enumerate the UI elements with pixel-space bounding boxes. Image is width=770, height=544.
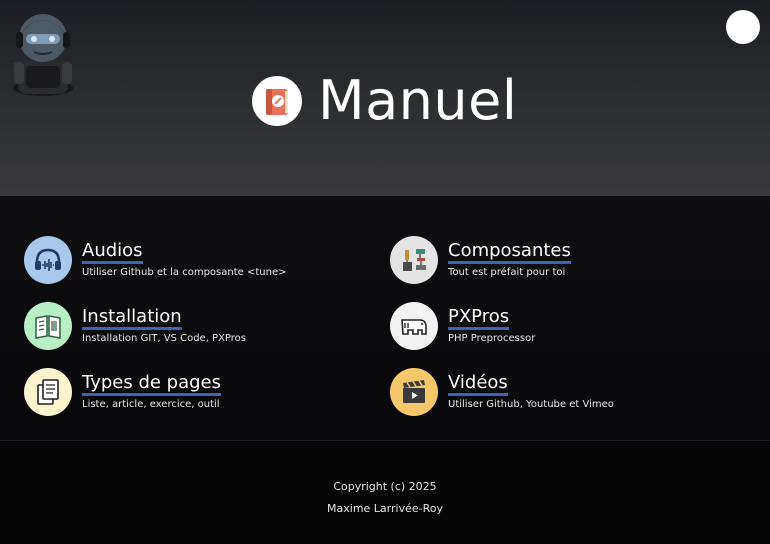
card-videos[interactable]: Vidéos Utiliser Github, Youtube et Vimeo <box>390 368 614 416</box>
card-label[interactable]: Types de pages <box>82 373 221 396</box>
card-label[interactable]: Audios <box>82 241 143 264</box>
manual-book-icon <box>24 302 72 350</box>
author-name: Maxime Larrivée-Roy <box>327 502 443 515</box>
robot-avatar-icon <box>8 8 78 100</box>
card-composantes[interactable]: Composantes Tout est préfait pour toi <box>390 236 571 284</box>
page-header: Manuel <box>0 0 770 196</box>
card-description: Utiliser Github et la composante <tune> <box>82 267 287 278</box>
documents-icon <box>24 368 72 416</box>
headphones-waveform-icon <box>24 236 72 284</box>
card-label[interactable]: Composantes <box>448 241 571 264</box>
page-title-group: Manuel <box>252 70 517 132</box>
php-elephant-icon <box>390 302 438 350</box>
circuit-components-icon <box>390 236 438 284</box>
page-footer: Copyright (c) 2025 Maxime Larrivée-Roy <box>0 441 770 544</box>
manual-sections: Audios Utiliser Github et la composante … <box>0 196 770 440</box>
card-description: Tout est préfait pour toi <box>448 267 566 278</box>
card-description: Liste, article, exercice, outil <box>82 399 220 410</box>
page-title: Manuel <box>318 69 518 132</box>
copyright-text: Copyright (c) 2025 <box>333 480 437 493</box>
card-pxpros[interactable]: PXPros PHP Preprocessor <box>390 302 535 350</box>
card-types-de-pages[interactable]: Types de pages Liste, article, exercice,… <box>24 368 221 416</box>
card-description: Utiliser Github, Youtube et Vimeo <box>448 399 614 410</box>
book-icon <box>252 76 302 126</box>
card-label[interactable]: PXPros <box>448 307 510 330</box>
card-label[interactable]: Vidéos <box>448 373 508 396</box>
clapperboard-icon <box>390 368 438 416</box>
card-label[interactable]: Installation <box>82 307 182 330</box>
card-description: PHP Preprocessor <box>448 333 536 344</box>
card-audios[interactable]: Audios Utiliser Github et la composante … <box>24 236 286 284</box>
card-installation[interactable]: Installation Installation GIT, VS Code, … <box>24 302 246 350</box>
card-description: Installation GIT, VS Code, PXPros <box>82 333 247 344</box>
theme-toggle-icon[interactable] <box>726 10 760 44</box>
